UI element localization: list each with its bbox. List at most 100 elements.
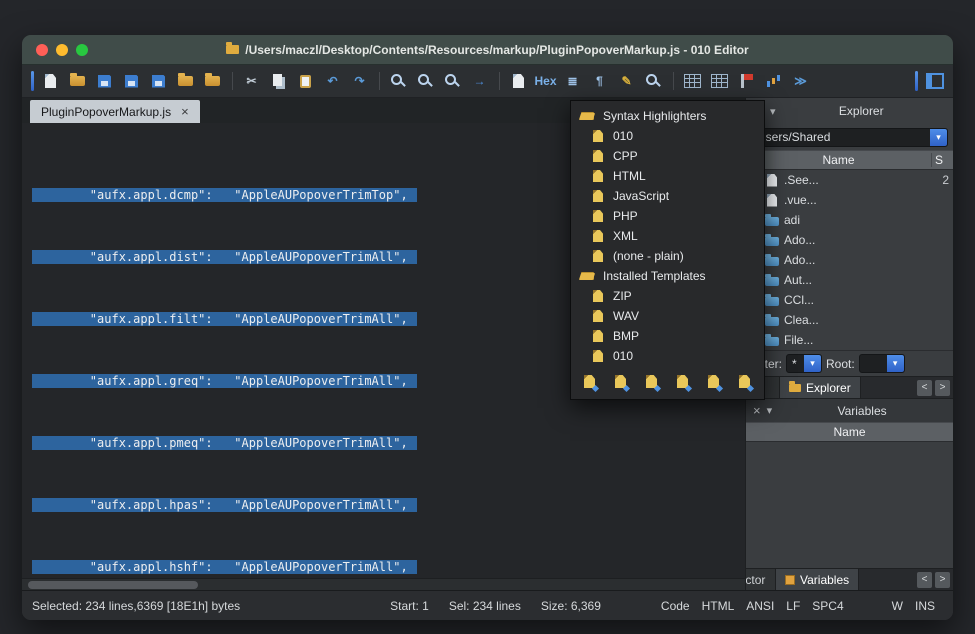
- menu-item[interactable]: CPP: [571, 146, 764, 166]
- toolbar-separator[interactable]: [668, 69, 678, 93]
- folder-icon: [765, 234, 780, 247]
- tab-scroll-right-button[interactable]: >: [935, 572, 950, 588]
- tab-close-icon[interactable]: ×: [181, 104, 189, 119]
- menu-item[interactable]: PHP: [571, 206, 764, 226]
- menu-item[interactable]: Installed Templates: [571, 266, 764, 286]
- find-replace-icon[interactable]: [413, 69, 438, 93]
- explorer-row[interactable]: › Aut...: [746, 270, 953, 290]
- cut-icon[interactable]: ✂: [239, 69, 264, 93]
- status-flag-code[interactable]: Code: [661, 599, 690, 613]
- document-tab[interactable]: PluginPopoverMarkup.js ×: [30, 100, 200, 123]
- tab-variables[interactable]: Variables: [776, 569, 859, 590]
- menu-item[interactable]: HTML: [571, 166, 764, 186]
- save-as-icon[interactable]: [119, 69, 144, 93]
- find-icon[interactable]: [386, 69, 411, 93]
- toolbar-grip[interactable]: [912, 69, 920, 93]
- explorer-row[interactable]: .vue...: [746, 190, 953, 210]
- dropdown-arrow-icon[interactable]: ▾: [887, 355, 904, 372]
- new-file-icon[interactable]: [38, 69, 63, 93]
- find-in-files-icon[interactable]: [440, 69, 465, 93]
- menu-item[interactable]: ZIP: [571, 286, 764, 306]
- menu-item[interactable]: (none - plain): [571, 246, 764, 266]
- status-flag-syntax[interactable]: HTML: [702, 599, 735, 613]
- status-flag-linefeed[interactable]: LF: [786, 599, 800, 613]
- tab-inspector[interactable]: Inspector: [746, 569, 776, 590]
- tab-scroll-left-button[interactable]: <: [917, 572, 932, 588]
- toolbar-separator[interactable]: [494, 69, 504, 93]
- chart-icon[interactable]: [761, 69, 786, 93]
- status-flag-encoding[interactable]: ANSI: [746, 599, 774, 613]
- tab-explorer[interactable]: Explorer: [780, 377, 861, 398]
- inspect-icon[interactable]: [641, 69, 666, 93]
- template-tool-icon-1[interactable]: [581, 375, 599, 391]
- template-tool-icon-6[interactable]: [736, 375, 754, 391]
- menu-item[interactable]: 010: [571, 346, 764, 366]
- status-flag-spacing[interactable]: SPC4: [812, 599, 843, 613]
- table-view-icon[interactable]: [680, 69, 705, 93]
- close-file-icon[interactable]: [173, 69, 198, 93]
- root-select[interactable]: ▾: [859, 354, 905, 373]
- menu-item-label: Installed Templates: [603, 269, 706, 283]
- close-window-button[interactable]: [36, 44, 48, 56]
- menu-item[interactable]: Syntax Highlighters: [571, 106, 764, 126]
- explorer-row[interactable]: › Clea...: [746, 310, 953, 330]
- line-numbers-icon[interactable]: ≣: [560, 69, 585, 93]
- size-column-header[interactable]: S: [931, 153, 953, 167]
- tab-scroll-left-button[interactable]: <: [917, 380, 932, 396]
- zoom-window-button[interactable]: [76, 44, 88, 56]
- variables-icon: [785, 575, 795, 585]
- template-tool-icon-5[interactable]: [705, 375, 723, 391]
- calculator-icon[interactable]: [707, 69, 732, 93]
- close-panel-icon[interactable]: ×: [753, 403, 761, 418]
- save-icon[interactable]: [92, 69, 117, 93]
- explorer-row[interactable]: › adi: [746, 210, 953, 230]
- chevron-down-icon[interactable]: ▾: [767, 404, 773, 417]
- dropdown-arrow-icon[interactable]: ▾: [930, 129, 947, 146]
- variables-name-column-header[interactable]: Name: [746, 425, 953, 439]
- paste-icon[interactable]: [293, 69, 318, 93]
- toolbar-separator[interactable]: [227, 69, 237, 93]
- undo-icon[interactable]: ↶: [320, 69, 345, 93]
- shared-path-select[interactable]: Users/Shared ▾: [751, 128, 948, 147]
- tab-scroll-right-button[interactable]: >: [935, 380, 950, 396]
- template-tool-icon-4[interactable]: [674, 375, 692, 391]
- redo-icon[interactable]: ↷: [347, 69, 372, 93]
- title-bar: /Users/maczl/Desktop/Contents/Resources/…: [22, 35, 953, 65]
- open-file-icon[interactable]: [65, 69, 90, 93]
- bookmark-icon[interactable]: [734, 69, 759, 93]
- more-tools-icon[interactable]: ≫: [788, 69, 813, 93]
- save-all-icon[interactable]: [146, 69, 171, 93]
- explorer-row[interactable]: › Ado...: [746, 230, 953, 250]
- template-tool-icon-3[interactable]: [643, 375, 661, 391]
- filter-select[interactable]: * ▾: [786, 354, 822, 373]
- status-insert-mode[interactable]: INS: [915, 599, 935, 613]
- horizontal-scrollbar[interactable]: [22, 578, 745, 590]
- menu-item[interactable]: XML: [571, 226, 764, 246]
- name-column-header[interactable]: Name: [746, 153, 931, 167]
- menu-item[interactable]: WAV: [571, 306, 764, 326]
- toolbar-grip[interactable]: [28, 69, 36, 93]
- template-tool-icon-2[interactable]: [612, 375, 630, 391]
- horizontal-scrollbar-thumb[interactable]: [28, 581, 198, 589]
- explorer-row[interactable]: .See... 2: [746, 170, 953, 190]
- dropdown-arrow-icon[interactable]: ▾: [804, 355, 821, 372]
- highlight-pen-icon[interactable]: ✎: [614, 69, 639, 93]
- panel-toggle-icon[interactable]: [922, 69, 947, 93]
- goto-icon[interactable]: →: [467, 69, 492, 93]
- edit-text-icon[interactable]: [506, 69, 531, 93]
- menu-item[interactable]: JavaScript: [571, 186, 764, 206]
- explorer-row[interactable]: › Ado...: [746, 250, 953, 270]
- menu-item[interactable]: 010: [571, 126, 764, 146]
- minimize-window-button[interactable]: [56, 44, 68, 56]
- explorer-tab-strip: Workspace Explorer < >: [746, 376, 953, 398]
- open-recent-icon[interactable]: [200, 69, 225, 93]
- show-whitespace-icon[interactable]: ¶: [587, 69, 612, 93]
- hex-mode-icon[interactable]: Hex: [533, 69, 558, 93]
- script-file-icon: [590, 309, 606, 323]
- toolbar-separator[interactable]: [374, 69, 384, 93]
- status-write-mode[interactable]: W: [892, 599, 903, 613]
- menu-item[interactable]: BMP: [571, 326, 764, 346]
- explorer-row[interactable]: › File...: [746, 330, 953, 350]
- copy-icon[interactable]: [266, 69, 291, 93]
- explorer-row[interactable]: › CCl...: [746, 290, 953, 310]
